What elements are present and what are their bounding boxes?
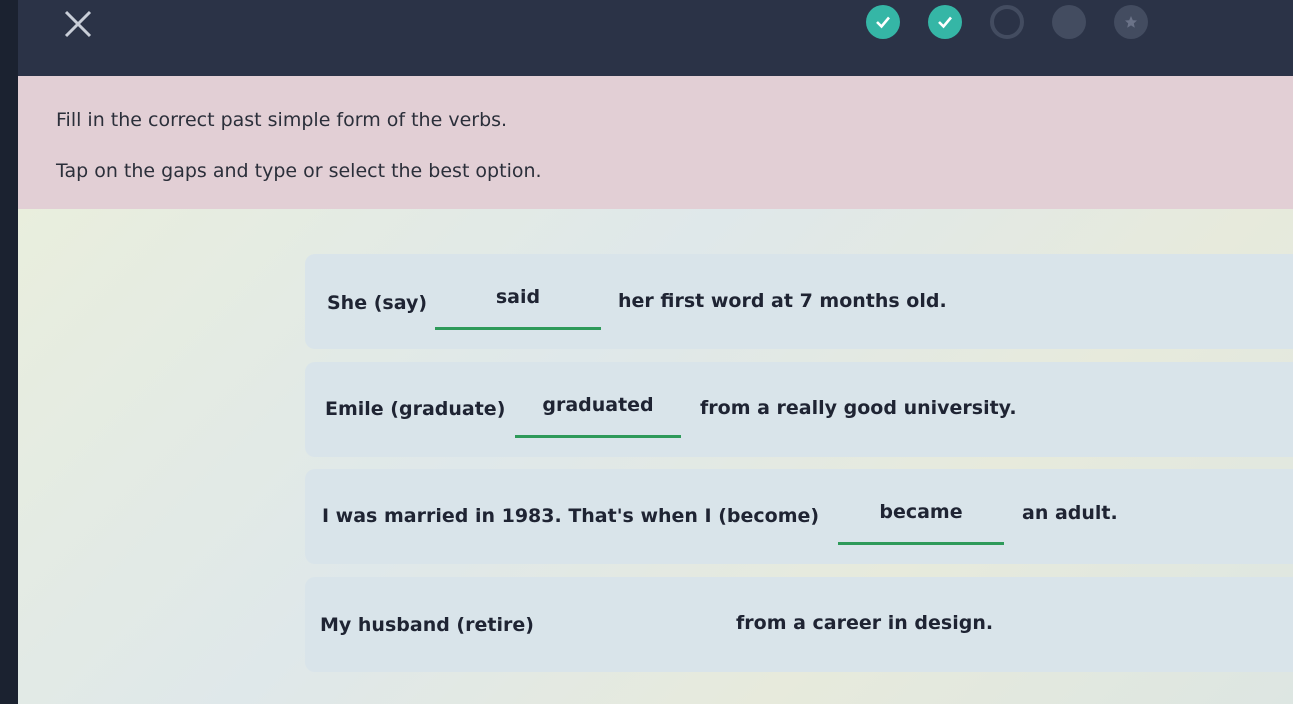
gap-underline [435, 327, 601, 330]
progress-step-5 [1114, 5, 1148, 39]
exercise-screen: Fill in the correct past simple form of … [18, 0, 1293, 704]
instruction-line-2: Tap on the gaps and type or select the b… [56, 160, 542, 182]
sentence-prefix: My husband (retire) [320, 614, 534, 636]
sentence-prefix: I was married in 1983. That's when I (be… [322, 505, 820, 527]
top-bar [18, 0, 1293, 76]
exercise-content: She (say) said her first word at 7 month… [18, 209, 1293, 704]
question-card: She (say) said her first word at 7 month… [305, 254, 1293, 349]
progress-indicator [866, 4, 1148, 40]
answer-text: graduated [542, 394, 654, 416]
instructions-panel: Fill in the correct past simple form of … [18, 76, 1293, 209]
check-icon [938, 16, 952, 29]
progress-step-4 [1052, 5, 1086, 39]
progress-step-1 [866, 5, 900, 39]
sentence-suffix: an adult. [1022, 502, 1118, 524]
gap-underline [838, 542, 1004, 545]
close-button[interactable] [60, 6, 96, 42]
answer-gap[interactable] [554, 609, 720, 653]
sentence-suffix: her first word at 7 months old. [618, 290, 947, 312]
question-card: My husband (retire) from a career in des… [305, 577, 1293, 672]
answer-gap[interactable]: became [838, 501, 1004, 545]
question-card: I was married in 1983. That's when I (be… [305, 469, 1293, 564]
gap-underline [515, 435, 681, 438]
check-icon [876, 16, 890, 29]
star-icon [1125, 16, 1137, 28]
question-card: Emile (graduate) graduated from a really… [305, 362, 1293, 457]
progress-step-3 [990, 5, 1024, 39]
sentence-prefix: Emile (graduate) [325, 398, 506, 420]
instruction-line-1: Fill in the correct past simple form of … [56, 109, 508, 131]
answer-text: became [879, 501, 963, 523]
sentence-suffix: from a really good university. [700, 397, 1017, 419]
sentence-suffix: from a career in design. [736, 612, 994, 634]
progress-step-2 [928, 5, 962, 39]
answer-gap[interactable]: said [435, 286, 601, 330]
answer-gap[interactable]: graduated [515, 394, 681, 438]
answer-text: said [495, 286, 541, 308]
sentence-prefix: She (say) [327, 292, 428, 314]
close-icon [64, 10, 92, 38]
